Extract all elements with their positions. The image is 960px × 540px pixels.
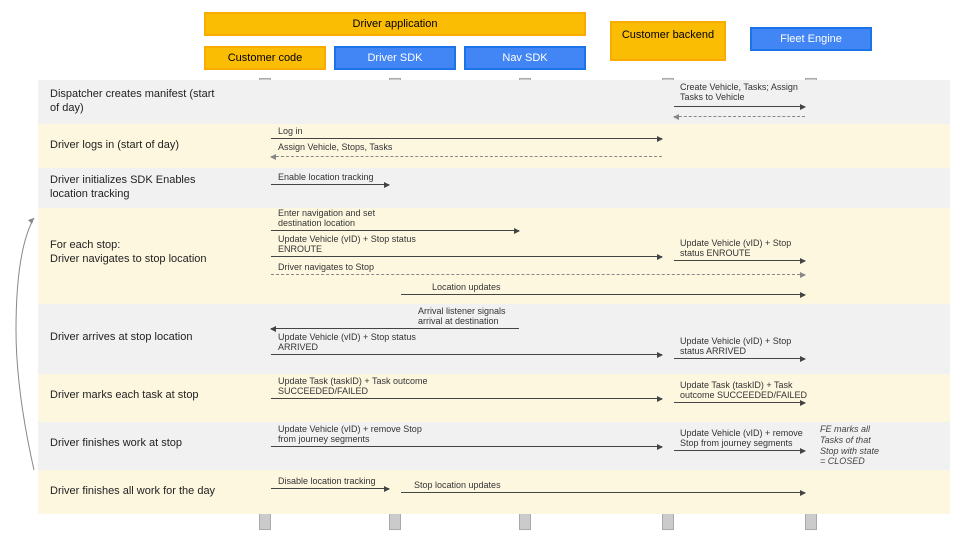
arrow-4b <box>271 256 662 257</box>
msg-5b: Update Vehicle (vID) + Stop status ARRIV… <box>278 332 418 353</box>
msg-4b: Update Vehicle (vID) + Stop status ENROU… <box>278 234 418 255</box>
msg-6a: Update Task (taskID) + Task outcome SUCC… <box>278 376 428 397</box>
arrow-4a <box>271 230 519 231</box>
msg-1a: Create Vehicle, Tasks; Assign Tasks to V… <box>680 82 810 103</box>
arrow-3a <box>271 184 389 185</box>
header-driver-sdk: Driver SDK <box>334 46 456 70</box>
header-fleet-engine: Fleet Engine <box>750 27 872 51</box>
arrow-6b <box>674 402 805 403</box>
msg-6b: Update Task (taskID) + Task outcome SUCC… <box>680 380 820 401</box>
arrow-6a <box>271 398 662 399</box>
arrow-1a <box>674 106 805 107</box>
step-6-label: Driver marks each task at stop <box>50 380 220 412</box>
header-nav-sdk: Nav SDK <box>464 46 586 70</box>
header-driver-application: Driver application <box>204 12 586 36</box>
step-5-label: Driver arrives at stop location <box>50 322 220 354</box>
step-1-label: Dispatcher creates manifest (start of da… <box>50 86 220 118</box>
header-customer-code: Customer code <box>204 46 326 70</box>
msg-4a: Enter navigation and set destination loc… <box>278 208 418 229</box>
arrow-5c <box>674 358 805 359</box>
arrow-4d <box>271 274 805 275</box>
step-7-label: Driver finishes work at stop <box>50 428 220 460</box>
msg-7a: Update Vehicle (vID) + remove Stop from … <box>278 424 428 445</box>
arrow-4e <box>401 294 805 295</box>
header-customer-backend: Customer backend <box>610 21 726 61</box>
step-4-label: For each stop: Driver navigates to stop … <box>50 222 220 284</box>
arrow-2a <box>271 138 662 139</box>
msg-4d: Driver navigates to Stop <box>278 262 374 272</box>
msg-7b: Update Vehicle (vID) + remove Stop from … <box>680 428 820 449</box>
arrow-7a <box>271 446 662 447</box>
step-3-label: Driver initializes SDK Enables location … <box>50 172 220 204</box>
arrow-2b <box>271 156 662 157</box>
msg-4e: Location updates <box>432 282 501 292</box>
msg-8a: Disable location tracking <box>278 476 376 486</box>
msg-5a: Arrival listener signals arrival at dest… <box>418 306 528 327</box>
step-2-label: Driver logs in (start of day) <box>50 130 220 162</box>
msg-5c: Update Vehicle (vID) + Stop status ARRIV… <box>680 336 810 357</box>
arrow-8b <box>401 492 805 493</box>
msg-8b: Stop location updates <box>414 480 501 490</box>
arrow-8a <box>271 488 389 489</box>
arrow-7b <box>674 450 805 451</box>
msg-2b: Assign Vehicle, Stops, Tasks <box>278 142 392 152</box>
step-8-label: Driver finishes all work for the day <box>50 476 220 508</box>
arrow-5a <box>271 328 519 329</box>
arrow-4c <box>674 260 805 261</box>
msg-3a: Enable location tracking <box>278 172 374 182</box>
loop-arrow-icon <box>12 210 44 480</box>
msg-2a: Log in <box>278 126 303 136</box>
note-fe-closed: FE marks all Tasks of that Stop with sta… <box>820 424 880 467</box>
arrow-5b <box>271 354 662 355</box>
arrow-1a-return <box>674 116 805 117</box>
msg-4c: Update Vehicle (vID) + Stop status ENROU… <box>680 238 810 259</box>
